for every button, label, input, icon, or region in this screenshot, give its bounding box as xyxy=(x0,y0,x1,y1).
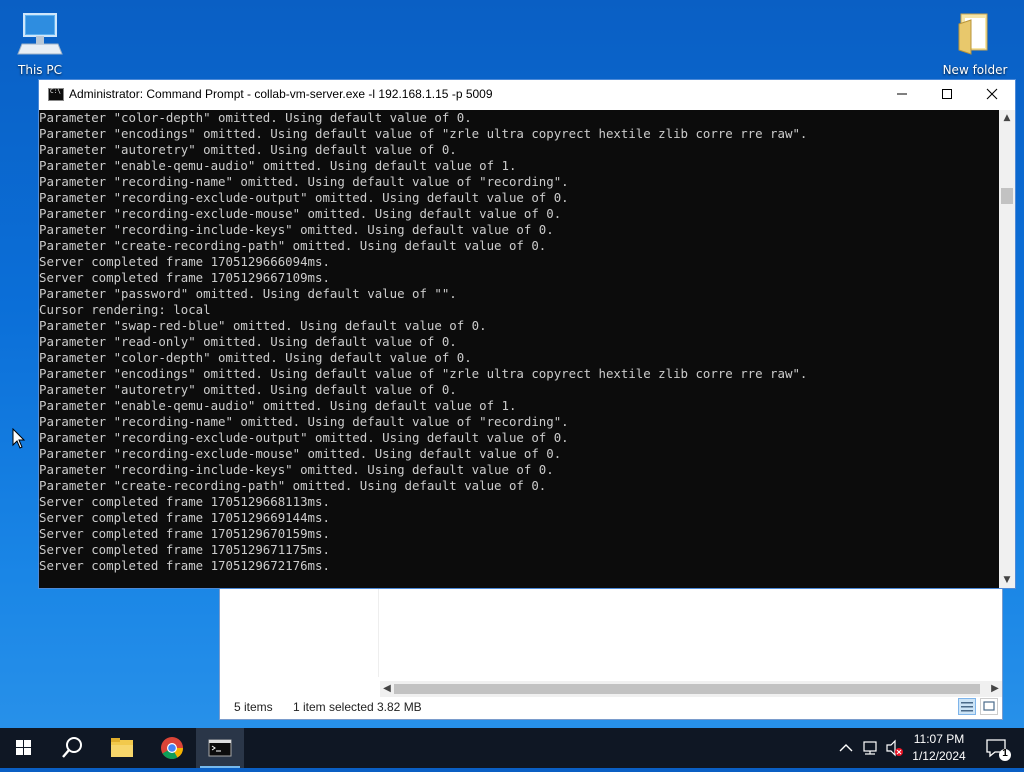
folder-icon xyxy=(958,13,988,55)
scrollbar-thumb[interactable] xyxy=(1001,188,1013,204)
console-line: Parameter "swap-red-blue" omitted. Using… xyxy=(39,318,487,333)
console-line: Parameter "create-recording-path" omitte… xyxy=(39,238,547,253)
start-button[interactable] xyxy=(0,728,48,768)
console-output[interactable]: Parameter "color-depth" omitted. Using d… xyxy=(39,110,999,588)
command-prompt-window[interactable]: Administrator: Command Prompt - collab-v… xyxy=(38,79,1016,589)
status-bar: 5 items 1 item selected 3.82 MB xyxy=(220,695,1002,719)
close-button[interactable] xyxy=(969,80,1015,110)
command-prompt-icon xyxy=(208,739,232,757)
status-size: 3.82 MB xyxy=(377,700,422,714)
console-line: Parameter "create-recording-path" omitte… xyxy=(39,478,547,493)
chrome-button[interactable] xyxy=(148,728,196,768)
minimize-icon xyxy=(897,93,907,95)
console-line: Parameter "recording-exclude-output" omi… xyxy=(39,190,569,205)
console-line: Server completed frame 1705129671175ms. xyxy=(39,542,330,557)
console-line: Parameter "recording-exclude-mouse" omit… xyxy=(39,206,562,221)
maximize-button[interactable] xyxy=(924,80,970,110)
command-prompt-icon xyxy=(48,88,64,101)
clock-date: 1/12/2024 xyxy=(912,749,966,763)
window-title: Administrator: Command Prompt - collab-v… xyxy=(69,87,493,101)
clock-time: 11:07 PM xyxy=(913,732,965,746)
console-line: Parameter "color-depth" omitted. Using d… xyxy=(39,350,472,365)
mouse-pointer-icon xyxy=(12,428,26,449)
notification-icon xyxy=(986,739,1011,761)
details-view-button[interactable] xyxy=(958,698,976,715)
taskbar: 11:07 PM 1/12/2024 1 xyxy=(0,728,1024,768)
command-prompt-taskbar-button[interactable] xyxy=(196,728,244,768)
console-line: Server completed frame 1705129666094ms. xyxy=(39,254,330,269)
desktop-icon-label: New folder xyxy=(942,63,1008,77)
computer-icon xyxy=(17,13,63,55)
large-icons-view-button[interactable] xyxy=(980,698,998,715)
console-line: Parameter "recording-exclude-output" omi… xyxy=(39,430,569,445)
console-line: Cursor rendering: local xyxy=(39,302,211,317)
scroll-down-icon[interactable]: ▼ xyxy=(999,572,1015,588)
scrollbar-thumb[interactable] xyxy=(394,684,980,694)
scroll-up-icon[interactable]: ▲ xyxy=(999,110,1015,126)
console-line: Parameter "recording-name" omitted. Usin… xyxy=(39,414,569,429)
maximize-icon xyxy=(942,89,952,99)
search-icon xyxy=(62,737,82,758)
chrome-icon xyxy=(161,737,183,759)
console-line: Server completed frame 1705129669144ms. xyxy=(39,510,330,525)
console-line: Parameter "autoretry" omitted. Using def… xyxy=(39,382,457,397)
console-line: Parameter "autoretry" omitted. Using def… xyxy=(39,142,457,157)
status-selection: 1 item selected xyxy=(293,700,374,714)
action-center-button[interactable]: 1 xyxy=(980,728,1016,768)
details-view-icon xyxy=(961,702,973,712)
console-line: Parameter "read-only" omitted. Using def… xyxy=(39,334,457,349)
console-line: Parameter "recording-include-keys" omitt… xyxy=(39,222,554,237)
console-line: Parameter "enable-qemu-audio" omitted. U… xyxy=(39,158,517,173)
console-line: Parameter "encodings" omitted. Using def… xyxy=(39,126,808,141)
status-item-count: 5 items xyxy=(234,700,273,714)
network-icon xyxy=(863,741,877,755)
chevron-up-icon xyxy=(839,744,853,752)
vertical-scrollbar[interactable]: ▲ ▼ xyxy=(999,110,1015,588)
show-hidden-icons-button[interactable] xyxy=(836,728,856,768)
file-explorer-window[interactable]: ◀ ▶ 5 items 1 item selected 3.82 MB xyxy=(219,588,1003,720)
minimize-button[interactable] xyxy=(879,80,925,110)
file-explorer-icon xyxy=(111,738,133,757)
console-line: Server completed frame 1705129668113ms. xyxy=(39,494,330,509)
large-icons-view-icon xyxy=(983,701,995,711)
search-button[interactable] xyxy=(48,728,96,768)
console-line: Parameter "password" omitted. Using defa… xyxy=(39,286,457,301)
clock[interactable]: 11:07 PM 1/12/2024 xyxy=(900,731,978,765)
file-explorer-button[interactable] xyxy=(98,728,146,768)
console-line: Parameter "recording-include-keys" omitt… xyxy=(39,462,554,477)
console-line: Parameter "encodings" omitted. Using def… xyxy=(39,366,808,381)
desktop-icon-label: This PC xyxy=(18,63,62,77)
desktop-icon-this-pc[interactable]: This PC xyxy=(0,10,80,77)
desktop-icon-new-folder[interactable]: New folder xyxy=(935,10,1015,77)
network-tray-button[interactable] xyxy=(860,728,882,768)
notification-count-badge: 1 xyxy=(1002,748,1008,759)
console-line: Parameter "enable-qemu-audio" omitted. U… xyxy=(39,398,517,413)
console-line: Server completed frame 1705129667109ms. xyxy=(39,270,330,285)
close-icon xyxy=(986,88,998,100)
windows-start-icon xyxy=(16,740,31,755)
console-line: Parameter "color-depth" omitted. Using d… xyxy=(39,110,472,125)
console-line: Server completed frame 1705129670159ms. xyxy=(39,526,330,541)
console-line: Parameter "recording-name" omitted. Usin… xyxy=(39,174,569,189)
title-bar[interactable]: Administrator: Command Prompt - collab-v… xyxy=(39,80,1015,110)
pane-divider[interactable] xyxy=(378,589,379,677)
console-line: Parameter "recording-exclude-mouse" omit… xyxy=(39,446,562,461)
console-line: Server completed frame 1705129672176ms. xyxy=(39,558,330,573)
